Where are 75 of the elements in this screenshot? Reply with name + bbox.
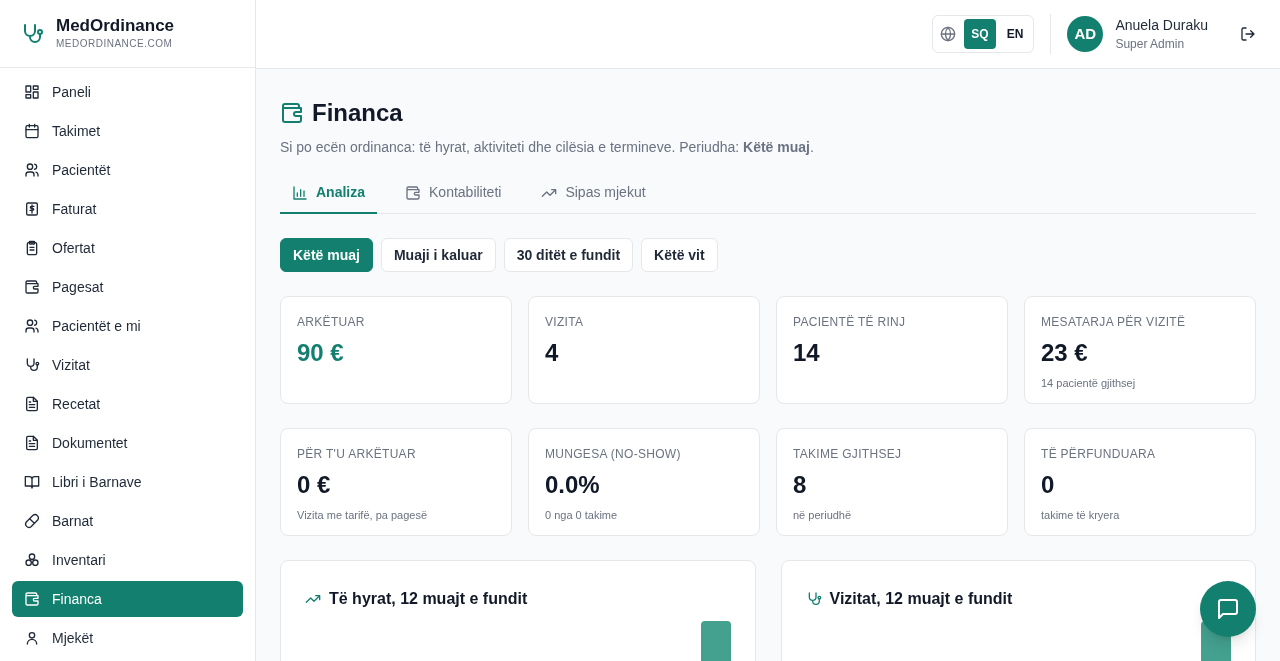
book-icon: [24, 474, 40, 490]
stat-label: TAKIME GJITHSEJ: [793, 446, 903, 463]
users-icon: [24, 318, 40, 334]
user-role: Super Admin: [1115, 36, 1186, 53]
dollar-document-icon: [24, 201, 40, 217]
stat-value: 8: [793, 470, 808, 500]
bar-chart-icon: [292, 184, 308, 201]
stat-note: 14 pacientë gjithsej: [1041, 376, 1137, 391]
sidebar-item[interactable]: Mjekët: [12, 620, 243, 656]
stat-note: në periudhë: [793, 508, 853, 523]
chat-icon: [1216, 597, 1240, 621]
sidebar-item[interactable]: Takimet: [12, 113, 243, 149]
stethoscope-icon: [24, 357, 40, 373]
calendar-icon: [24, 123, 40, 139]
sidebar-item[interactable]: Pacientët: [12, 152, 243, 188]
sidebar-item[interactable]: Faturat: [12, 191, 243, 227]
wallet-icon: [24, 279, 40, 295]
stat-label: PËR T'U ARKËTUAR: [297, 446, 417, 463]
stat-value: 0: [1041, 470, 1056, 500]
user-icon: [24, 630, 40, 646]
stat-note: takime të kryera: [1041, 508, 1121, 523]
document-icon: [24, 435, 40, 451]
chart-title: Vizitat, 12 muajt e fundit: [829, 589, 1013, 609]
sidebar-item[interactable]: Ofertat: [12, 230, 243, 266]
avatar[interactable]: AD: [1067, 16, 1104, 52]
stat-value: 90 €: [297, 338, 345, 368]
period-button[interactable]: Këtë vit: [641, 238, 718, 272]
period-button[interactable]: Muaji i kaluar: [380, 238, 496, 272]
stat-label: VIZITA: [545, 314, 585, 331]
sidebar-item[interactable]: Pacientët e mi: [12, 308, 243, 344]
sidebar-item[interactable]: Libri i Barnave: [12, 464, 243, 500]
sidebar-item[interactable]: Pagesat: [12, 269, 243, 305]
wallet-icon: [405, 184, 421, 201]
stat-note: 0 nga 0 takime: [545, 508, 619, 523]
clipboard-icon: [24, 240, 40, 256]
sidebar-item[interactable]: Recetat: [12, 386, 243, 422]
brand-domain: MEDORDINANCE.COM: [56, 37, 174, 51]
stat-label: MUNGESA (NO-SHOW): [545, 446, 682, 463]
globe-icon: [940, 26, 957, 42]
period-button[interactable]: 30 ditët e fundit: [503, 238, 634, 272]
language-button[interactable]: EN: [999, 19, 1031, 49]
wallet-icon: [24, 591, 40, 607]
language-button[interactable]: SQ: [964, 19, 996, 49]
stat-label: PACIENTË TË RINJ: [793, 314, 907, 331]
tab[interactable]: Sipas mjekut: [529, 178, 658, 214]
stat-value: 23 €: [1041, 338, 1089, 368]
user-name: Anuela Duraku: [1115, 16, 1208, 35]
tab[interactable]: Kontabiliteti: [393, 178, 514, 214]
users-icon: [24, 162, 40, 178]
stat-label: TË PËRFUNDUARA: [1041, 446, 1157, 463]
document-icon: [24, 396, 40, 412]
stat-value: 14: [793, 338, 821, 368]
brand-name: MedOrdinance: [56, 16, 175, 36]
wallet-icon: [280, 101, 304, 125]
sidebar-item[interactable]: Vizitat: [12, 347, 243, 383]
stat-value: 0 €: [297, 470, 332, 500]
tab[interactable]: Analiza: [280, 178, 377, 214]
stat-value: 4: [545, 338, 560, 368]
sidebar-item[interactable]: Financa: [12, 581, 243, 617]
pill-icon: [24, 513, 40, 529]
stat-value: 0.0%: [545, 470, 601, 500]
stat-note: Vizita me tarifë, pa pagesë: [297, 508, 429, 523]
period-button[interactable]: Këtë muaj: [280, 238, 373, 272]
logout-icon: [1240, 26, 1256, 42]
sidebar-item[interactable]: Barnat: [12, 503, 243, 539]
grid-icon: [24, 84, 40, 100]
circles-icon: [24, 552, 40, 568]
sidebar-item[interactable]: Dokumentet: [12, 425, 243, 461]
stat-label: ARKËTUAR: [297, 314, 366, 331]
chart-title: Të hyrat, 12 muajt e fundit: [329, 589, 528, 609]
sidebar-item[interactable]: Paneli: [12, 74, 243, 110]
sidebar-item[interactable]: Inventari: [12, 542, 243, 578]
page-title: Financa: [312, 98, 403, 128]
page-subtitle: Si po ecën ordinanca: të hyrat, aktiviteti dhe cilësia e termineve. Periudha: Këtë muaj.: [280, 138, 815, 157]
stat-label: MESATARJA PËR VIZITË: [1041, 314, 1187, 331]
